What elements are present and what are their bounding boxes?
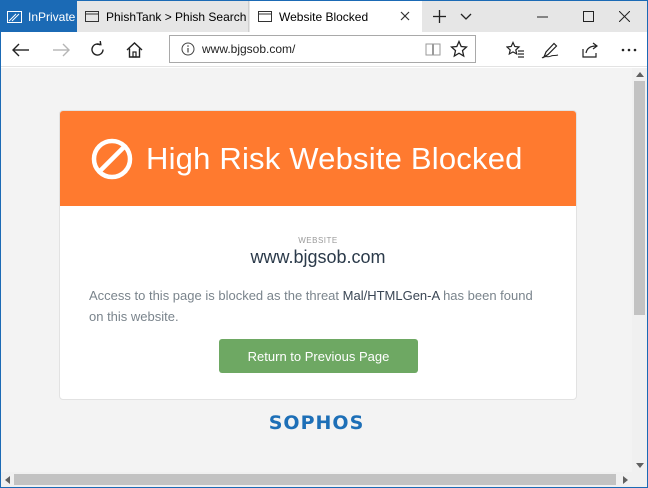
page-icon — [258, 11, 272, 22]
inprivate-badge: InPrivate — [1, 1, 77, 32]
plus-icon[interactable] — [425, 1, 453, 32]
sophos-logo: SOPHOS — [268, 412, 365, 434]
info-icon[interactable] — [181, 42, 195, 56]
close-icon[interactable] — [601, 1, 647, 32]
blocked-website: www.bjgsob.com — [250, 247, 386, 267]
scrollbar-corner — [632, 472, 647, 487]
back-arrow-icon[interactable] — [4, 34, 38, 65]
page-title: High Risk Website Blocked — [146, 140, 523, 176]
horizontal-scroll-thumb[interactable] — [14, 474, 616, 485]
message-text: Access to this page is blocked as the th… — [89, 288, 343, 303]
blocked-icon — [91, 138, 133, 179]
page-viewport: High Risk Website Blocked WEBSITE www.bj… — [1, 68, 632, 472]
favorites-hub-icon[interactable] — [498, 34, 532, 65]
address-bar[interactable]: www.bjgsob.com/ — [169, 35, 476, 63]
tab-website-blocked[interactable]: Website Blocked — [250, 1, 422, 32]
tab-label: PhishTank > Phish Search — [106, 9, 247, 24]
scroll-up-icon[interactable] — [636, 72, 644, 77]
inprivate-icon — [7, 10, 22, 23]
reading-view-icon[interactable] — [425, 42, 441, 56]
close-tab-icon[interactable] — [398, 9, 412, 23]
scroll-right-icon[interactable] — [623, 476, 628, 484]
url-text[interactable]: www.bjgsob.com/ — [202, 42, 295, 56]
threat-name: Mal/HTMLGen-A — [342, 288, 440, 303]
share-icon[interactable] — [574, 34, 608, 65]
card-header: High Risk Website Blocked — [60, 111, 576, 206]
favorite-star-icon[interactable] — [450, 40, 468, 58]
home-icon[interactable] — [117, 34, 151, 65]
tab-phishtank[interactable]: PhishTank > Phish Search — [77, 1, 249, 32]
page-icon — [85, 11, 99, 22]
navigation-bar: www.bjgsob.com/ — [1, 32, 647, 67]
inprivate-label: InPrivate — [28, 9, 76, 24]
horizontal-scrollbar[interactable] — [1, 472, 632, 487]
more-icon[interactable] — [612, 34, 646, 65]
website-label: WEBSITE — [298, 236, 338, 245]
minimize-icon[interactable] — [519, 1, 565, 32]
scroll-left-icon[interactable] — [5, 476, 10, 484]
chevron-down-icon[interactable] — [452, 1, 480, 32]
vertical-scrollbar[interactable] — [632, 68, 647, 472]
vertical-scroll-thumb[interactable] — [634, 81, 645, 315]
forward-arrow-icon[interactable] — [44, 34, 78, 65]
blocked-card: High Risk Website Blocked WEBSITE www.bj… — [59, 110, 577, 400]
browser-window: InPrivate PhishTank > Phish Search Websi… — [0, 0, 648, 488]
pen-icon[interactable] — [533, 34, 567, 65]
return-button[interactable]: Return to Previous Page — [219, 339, 418, 373]
scroll-down-icon[interactable] — [636, 463, 644, 468]
tab-label: Website Blocked — [279, 9, 369, 24]
block-message: Access to this page is blocked as the th… — [89, 285, 549, 327]
tab-bar: InPrivate PhishTank > Phish Search Websi… — [1, 1, 647, 32]
refresh-icon[interactable] — [80, 34, 114, 65]
